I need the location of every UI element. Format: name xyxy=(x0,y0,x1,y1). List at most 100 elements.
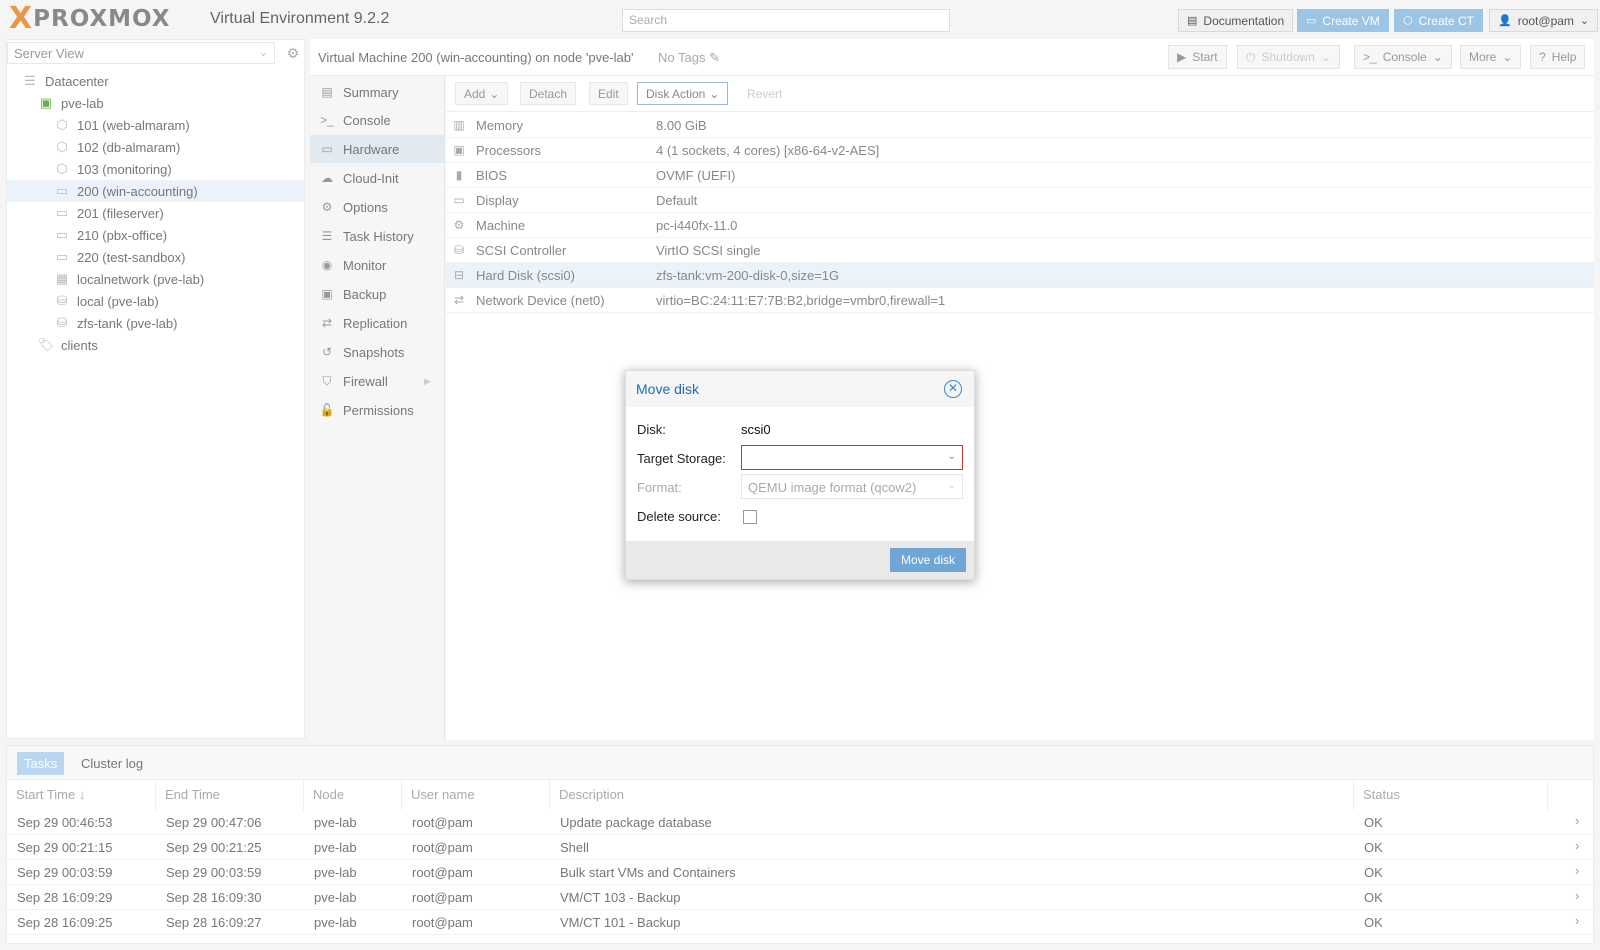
table-row[interactable]: Sep 29 00:46:53 Sep 29 00:47:06 pve-lab … xyxy=(7,810,1593,835)
nav-item-backup[interactable]: ▣ Backup xyxy=(310,280,445,308)
chevron-right-icon: › xyxy=(1575,888,1580,903)
nav-item-label: Firewall xyxy=(343,373,388,389)
tab-tasks[interactable]: Tasks xyxy=(17,752,65,775)
chevron-down-icon: ⌄ xyxy=(258,47,268,59)
start-button[interactable]: ▶ Start xyxy=(1168,45,1227,69)
cell-description: Shell xyxy=(560,840,589,855)
exchange-icon: ⇄ xyxy=(453,293,465,307)
cell-end: Sep 29 00:03:59 xyxy=(166,865,262,880)
container-icon: ⬡ xyxy=(56,117,68,132)
product-version: Virtual Environment 9.2.2 xyxy=(210,10,390,27)
nav-item-replication[interactable]: ⇄ Replication xyxy=(310,309,445,337)
delete-source-checkbox[interactable] xyxy=(743,510,757,524)
hardware-row-machine[interactable]: ⚙ Machine pc-i440fx-11.0 xyxy=(446,213,1594,238)
column-header-end-time[interactable]: End Time xyxy=(156,780,304,810)
more-button[interactable]: More ⌄ xyxy=(1460,45,1522,69)
hardware-row-display[interactable]: ▭ Display Default xyxy=(446,188,1594,213)
vm-icon: ▭ xyxy=(55,205,69,220)
hardware-value: VirtIO SCSI single xyxy=(656,242,761,258)
column-header-status[interactable]: Status xyxy=(1354,780,1548,810)
tree-item-vm[interactable]: ▭ 220 (test-sandbox) xyxy=(7,246,304,268)
tree-item-vm[interactable]: ▭ 210 (pbx-office) xyxy=(7,224,304,246)
column-header-user[interactable]: User name xyxy=(402,780,550,810)
create-ct-button[interactable]: ⬡ Create CT xyxy=(1394,9,1483,32)
tree-item-pool[interactable]: 🏷 clients xyxy=(7,334,304,356)
table-row[interactable]: Sep 28 16:09:29 Sep 28 16:09:30 pve-lab … xyxy=(7,885,1593,910)
disk-action-button[interactable]: Disk Action ⌄ xyxy=(637,82,729,105)
tree-item-vm[interactable]: ⬡ 101 (web-almaram) xyxy=(7,114,304,136)
tree-item-vm-selected[interactable]: ▭ 200 (win-accounting) xyxy=(7,180,304,202)
hardware-row-hard-disk[interactable]: ⊟ Hard Disk (scsi0) zfs-tank:vm-200-disk… xyxy=(446,263,1594,288)
terminal-icon: >_ xyxy=(320,113,334,127)
unlock-icon: 🔓 xyxy=(319,403,335,417)
nav-item-monitor[interactable]: ◉ Monitor xyxy=(310,251,445,279)
close-icon[interactable]: ✕ xyxy=(944,380,962,398)
chevron-right-icon: › xyxy=(1575,838,1580,853)
nav-item-task-history[interactable]: ☰ Task History xyxy=(310,222,445,250)
edit-label: Edit xyxy=(598,86,619,101)
tags-editor[interactable]: No Tags ✎ xyxy=(658,50,720,66)
nav-item-hardware[interactable]: ▭ Hardware xyxy=(310,135,445,163)
tree-item-label: 220 (test-sandbox) xyxy=(77,249,186,265)
table-row[interactable]: Sep 29 00:03:59 Sep 29 00:03:59 pve-lab … xyxy=(7,860,1593,885)
hardware-row-bios[interactable]: ▮ BIOS OVMF (UEFI) xyxy=(446,163,1594,188)
hardware-row-network[interactable]: ⇄ Network Device (net0) virtio=BC:24:11:… xyxy=(446,288,1594,313)
hardware-row-scsi-controller[interactable]: ⛁ SCSI Controller VirtIO SCSI single xyxy=(446,238,1594,263)
edit-button[interactable]: Edit xyxy=(589,82,628,105)
help-button[interactable]: ? Help xyxy=(1530,45,1586,69)
column-header-description[interactable]: Description xyxy=(550,780,1354,810)
play-icon: ▶ xyxy=(1177,50,1187,64)
nav-item-summary[interactable]: ▤ Summary xyxy=(310,78,445,106)
nav-item-label: Snapshots xyxy=(343,344,405,360)
nav-item-console[interactable]: >_ Console xyxy=(310,106,445,134)
table-row[interactable]: Sep 29 00:21:15 Sep 29 00:21:25 pve-lab … xyxy=(7,835,1593,860)
cell-end: Sep 28 16:09:27 xyxy=(166,915,262,930)
question-icon: ? xyxy=(1539,50,1546,64)
desktop-icon: ▭ xyxy=(1306,15,1317,27)
tree-item-storage[interactable]: ⛁ local (pve-lab) xyxy=(7,290,304,312)
nav-item-label: Summary xyxy=(343,84,399,100)
hardware-value: 8.00 GiB xyxy=(656,117,707,133)
move-disk-dialog: Move disk ✕ Disk: scsi0 Target Storage: … xyxy=(625,370,975,580)
tree-item-vm[interactable]: ⬡ 102 (db-almaram) xyxy=(7,136,304,158)
create-vm-button[interactable]: ▭ Create VM xyxy=(1297,9,1389,32)
format-select[interactable]: QEMU image format (qcow2) ⌄ xyxy=(741,474,963,499)
detach-button[interactable]: Detach xyxy=(520,82,577,105)
tree-item-vm[interactable]: ▭ 201 (fileserver) xyxy=(7,202,304,224)
move-disk-button[interactable]: Move disk xyxy=(889,548,966,572)
target-storage-select[interactable]: ⌄ xyxy=(741,445,963,470)
nav-item-options[interactable]: ⚙ Options xyxy=(310,193,445,221)
column-header-start-time[interactable]: Start Time ↓ xyxy=(7,780,156,810)
chevron-down-icon: ⌄ xyxy=(947,451,956,462)
table-row[interactable]: Sep 28 16:09:25 Sep 28 16:09:27 pve-lab … xyxy=(7,910,1593,935)
add-button[interactable]: Add ⌄ xyxy=(455,82,509,105)
add-label: Add xyxy=(464,86,486,101)
nav-item-snapshots[interactable]: ↺ Snapshots xyxy=(310,338,445,366)
view-selector[interactable]: Server View ⌄ xyxy=(7,42,275,64)
retweet-icon: ⇄ xyxy=(321,316,333,330)
nav-item-permissions[interactable]: 🔓 Permissions xyxy=(310,396,445,424)
search-input[interactable]: Search xyxy=(622,9,950,32)
tab-cluster-log[interactable]: Cluster log xyxy=(74,752,150,775)
tree-item-network[interactable]: ▦ localnetwork (pve-lab) xyxy=(7,268,304,290)
hardware-row-memory[interactable]: ▥ Memory 8.00 GiB xyxy=(446,113,1594,138)
nav-item-firewall[interactable]: ⛉ Firewall ▶ xyxy=(310,367,445,395)
column-header-node[interactable]: Node xyxy=(304,780,402,810)
shutdown-button[interactable]: ⏻ Shutdown ⌄ xyxy=(1237,45,1340,69)
tree-item-node[interactable]: ▣ pve-lab xyxy=(7,92,304,114)
tree-item-datacenter[interactable]: ☰ Datacenter xyxy=(7,70,304,92)
cell-end: Sep 29 00:47:06 xyxy=(166,815,262,830)
chevron-right-icon: › xyxy=(1575,863,1580,878)
tree-item-vm[interactable]: ⬡ 103 (monitoring) xyxy=(7,158,304,180)
gear-icon[interactable]: ⚙ xyxy=(282,42,304,64)
hardware-row-processors[interactable]: ▣ Processors 4 (1 sockets, 4 cores) [x86… xyxy=(446,138,1594,163)
tree-item-storage[interactable]: ⛁ zfs-tank (pve-lab) xyxy=(7,312,304,334)
console-button[interactable]: >_ Console ⌄ xyxy=(1354,45,1452,69)
documentation-button[interactable]: ▤ Documentation xyxy=(1178,9,1294,32)
cell-user: root@pam xyxy=(412,890,473,905)
user-menu-button[interactable]: 👤 root@pam ⌄ xyxy=(1489,9,1599,32)
nav-item-label: Backup xyxy=(343,286,387,302)
nav-item-cloud-init[interactable]: ☁ Cloud-Init xyxy=(310,164,445,192)
revert-button[interactable]: Revert xyxy=(738,82,791,105)
proxmox-logo[interactable]: X PROXMOX xyxy=(9,3,171,35)
